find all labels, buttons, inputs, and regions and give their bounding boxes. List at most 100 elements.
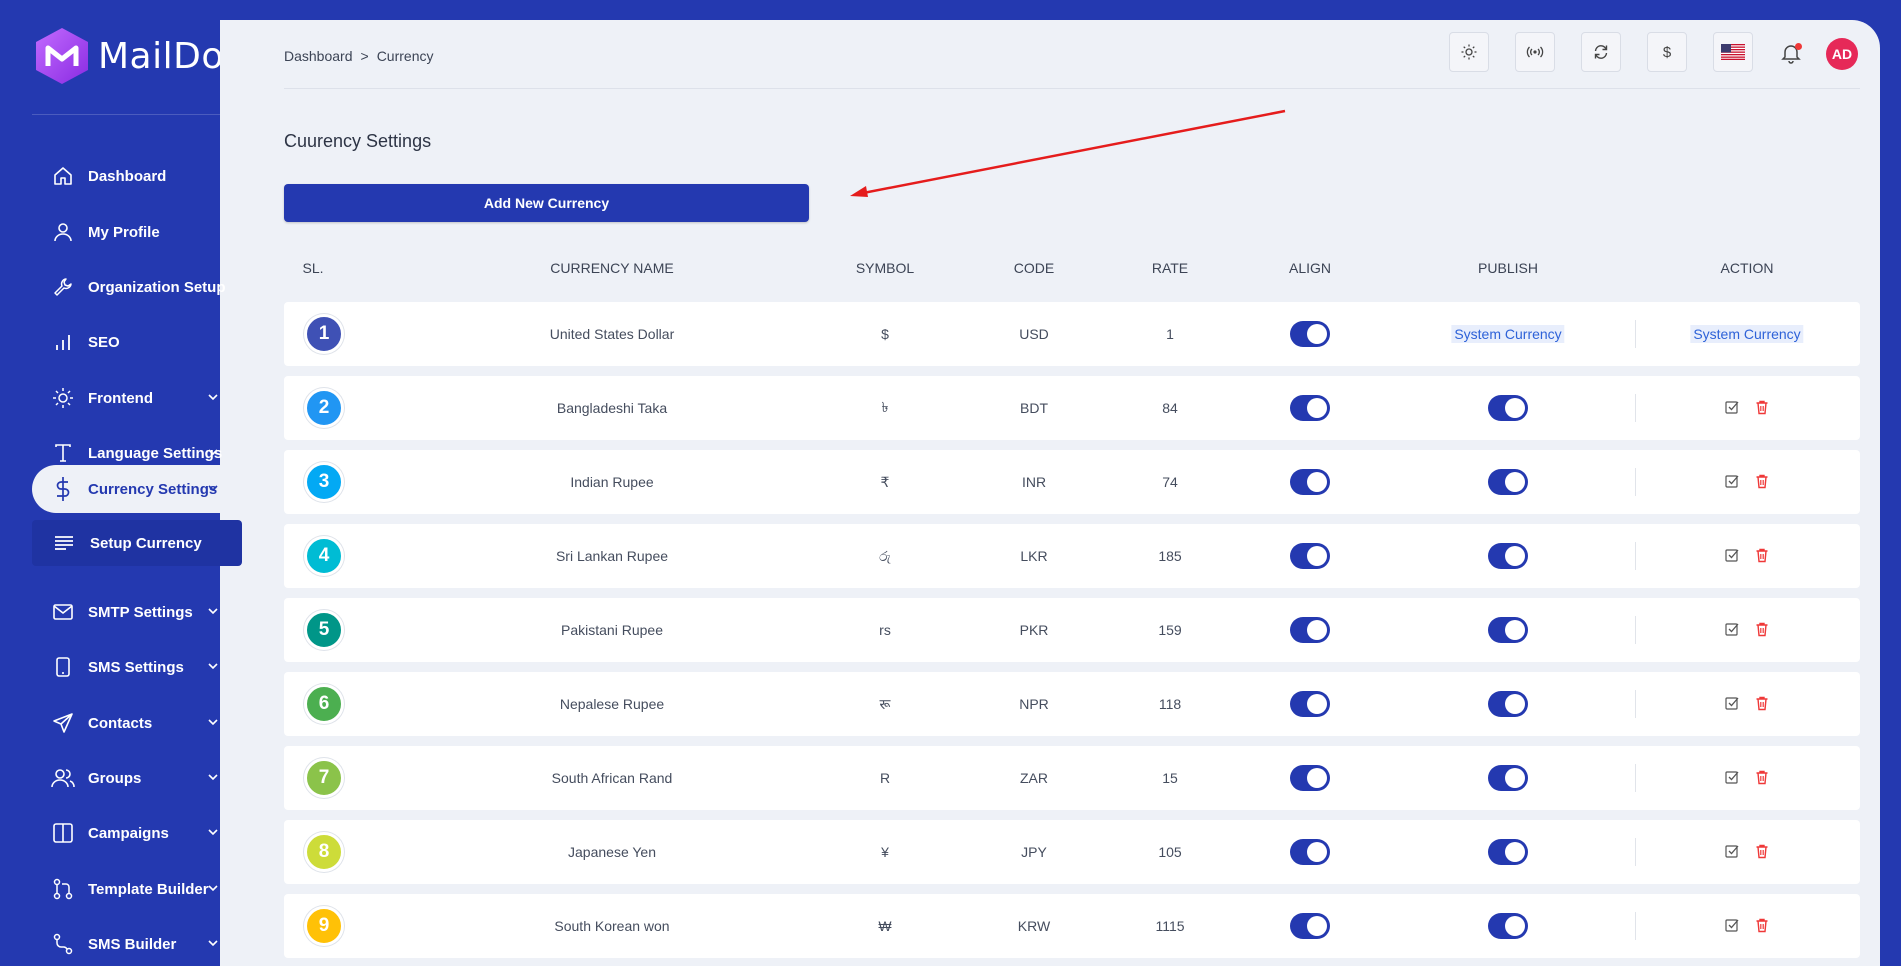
sidebar-subitem-setup-currency[interactable]: Setup Currency [32, 520, 242, 566]
row-actions [1724, 473, 1770, 492]
cell-code: PKR [1019, 622, 1049, 638]
chevron-down-icon [206, 881, 220, 895]
sidebar-item-campaigns[interactable]: Campaigns [32, 810, 242, 856]
align-toggle[interactable] [1290, 321, 1330, 347]
cell-action [1724, 524, 1770, 588]
delete-icon[interactable] [1754, 695, 1770, 714]
edit-icon[interactable] [1724, 843, 1740, 862]
cell-name: Japanese Yen [568, 844, 656, 860]
delete-icon[interactable] [1754, 473, 1770, 492]
edit-icon[interactable] [1724, 473, 1740, 492]
align-toggle[interactable] [1290, 395, 1330, 421]
edit-icon[interactable] [1724, 695, 1740, 714]
refresh-button[interactable] [1581, 32, 1621, 72]
cell-rate: 1115 [1155, 918, 1185, 934]
publish-toggle[interactable] [1488, 469, 1528, 495]
cell-action [1724, 598, 1770, 662]
brand-logo[interactable]: MailDoll [34, 26, 245, 86]
cell-symbol: ৳ [881, 399, 889, 415]
delete-icon[interactable] [1754, 547, 1770, 566]
cell-symbol: रू [879, 695, 891, 712]
delete-icon[interactable] [1754, 917, 1770, 936]
align-toggle[interactable] [1290, 617, 1330, 643]
mail-icon [50, 599, 76, 625]
delete-icon[interactable] [1754, 843, 1770, 862]
sidebar-item-frontend[interactable]: Frontend [32, 375, 242, 421]
publish-toggle[interactable] [1488, 617, 1528, 643]
sidebar-item-smtp-settings[interactable]: SMTP Settings [32, 589, 242, 635]
header-sl: SL. [302, 260, 324, 276]
annotation-arrow [850, 109, 1286, 197]
cell-align [1290, 598, 1330, 662]
align-toggle[interactable] [1290, 691, 1330, 717]
edit-icon[interactable] [1724, 621, 1740, 640]
sidebar-item-dashboard[interactable]: Dashboard [32, 153, 242, 199]
cell-code: JPY [1021, 844, 1047, 860]
notification-dot [1795, 43, 1802, 50]
publish-toggle[interactable] [1488, 395, 1528, 421]
sidebar-item-sms-settings[interactable]: SMS Settings [32, 644, 242, 690]
edit-icon[interactable] [1724, 547, 1740, 566]
delete-icon[interactable] [1754, 399, 1770, 418]
sidebar-item-template-builder[interactable]: Template Builder [32, 866, 242, 912]
sl-badge: 3 [304, 462, 344, 502]
sidebar-item-label: Campaigns [88, 824, 169, 842]
cell-symbol: ¥ [881, 844, 889, 860]
align-toggle[interactable] [1290, 543, 1330, 569]
edit-icon[interactable] [1724, 769, 1740, 788]
topbar-divider [284, 88, 1860, 89]
align-toggle[interactable] [1290, 839, 1330, 865]
cell-code: ZAR [1020, 770, 1048, 786]
breadcrumb-root[interactable]: Dashboard [284, 48, 353, 64]
delete-icon[interactable] [1754, 621, 1770, 640]
sidebar-item-label: Groups [88, 769, 142, 787]
cell-code: USD [1019, 326, 1049, 342]
align-toggle[interactable] [1290, 765, 1330, 791]
breadcrumb-separator: > [360, 48, 369, 64]
cell-code: LKR [1020, 548, 1048, 564]
edit-icon[interactable] [1724, 399, 1740, 418]
broadcast-button[interactable] [1515, 32, 1555, 72]
language-button[interactable] [1713, 32, 1753, 72]
sidebar-item-groups[interactable]: Groups [32, 755, 242, 801]
sidebar-item-label: Frontend [88, 389, 153, 407]
delete-icon[interactable] [1754, 769, 1770, 788]
sidebar-item-sms-builder[interactable]: SMS Builder [32, 921, 242, 966]
table-row: 6 Nepalese Rupee रू NPR 118 [284, 672, 1860, 736]
sidebar-item-organization-setup[interactable]: Organization Setup [32, 264, 242, 310]
maildoll-logo-icon [36, 28, 88, 84]
sidebar-item-seo[interactable]: SEO [32, 319, 242, 365]
bar-chart-icon [50, 329, 76, 355]
currency-button[interactable]: $ [1647, 32, 1687, 72]
theme-toggle-button[interactable] [1449, 32, 1489, 72]
align-toggle[interactable] [1290, 913, 1330, 939]
publish-toggle[interactable] [1488, 765, 1528, 791]
git-pull-icon [50, 876, 76, 902]
add-currency-button[interactable]: Add New Currency [284, 184, 809, 222]
broadcast-icon [1526, 46, 1544, 58]
cell-action [1724, 450, 1770, 514]
avatar[interactable]: AD [1826, 38, 1858, 70]
publish-toggle[interactable] [1488, 839, 1528, 865]
sun-icon [1461, 44, 1477, 60]
cell-rate: 84 [1162, 400, 1178, 416]
cell-name: Sri Lankan Rupee [555, 548, 669, 564]
edit-icon[interactable] [1724, 917, 1740, 936]
cell-align [1290, 376, 1330, 440]
publish-toggle[interactable] [1488, 543, 1528, 569]
cell-align [1290, 302, 1330, 366]
refresh-icon [1594, 45, 1608, 59]
cell-code: NPR [1019, 696, 1049, 712]
align-toggle[interactable] [1290, 469, 1330, 495]
chevron-down-icon [206, 390, 220, 404]
sidebar-item-my-profile[interactable]: My Profile [32, 209, 242, 255]
cell-action [1724, 376, 1770, 440]
sidebar-item-contacts[interactable]: Contacts [32, 700, 242, 746]
publish-toggle[interactable] [1488, 691, 1528, 717]
sidebar-item-currency-settings[interactable]: Currency Settings [32, 466, 242, 512]
publish-toggle[interactable] [1488, 913, 1528, 939]
column-separator [1635, 838, 1636, 866]
sidebar-item-label: Currency Settings [88, 480, 218, 498]
cell-symbol: $ [881, 326, 889, 342]
sidebar-item-label: Template Builder [88, 880, 209, 898]
